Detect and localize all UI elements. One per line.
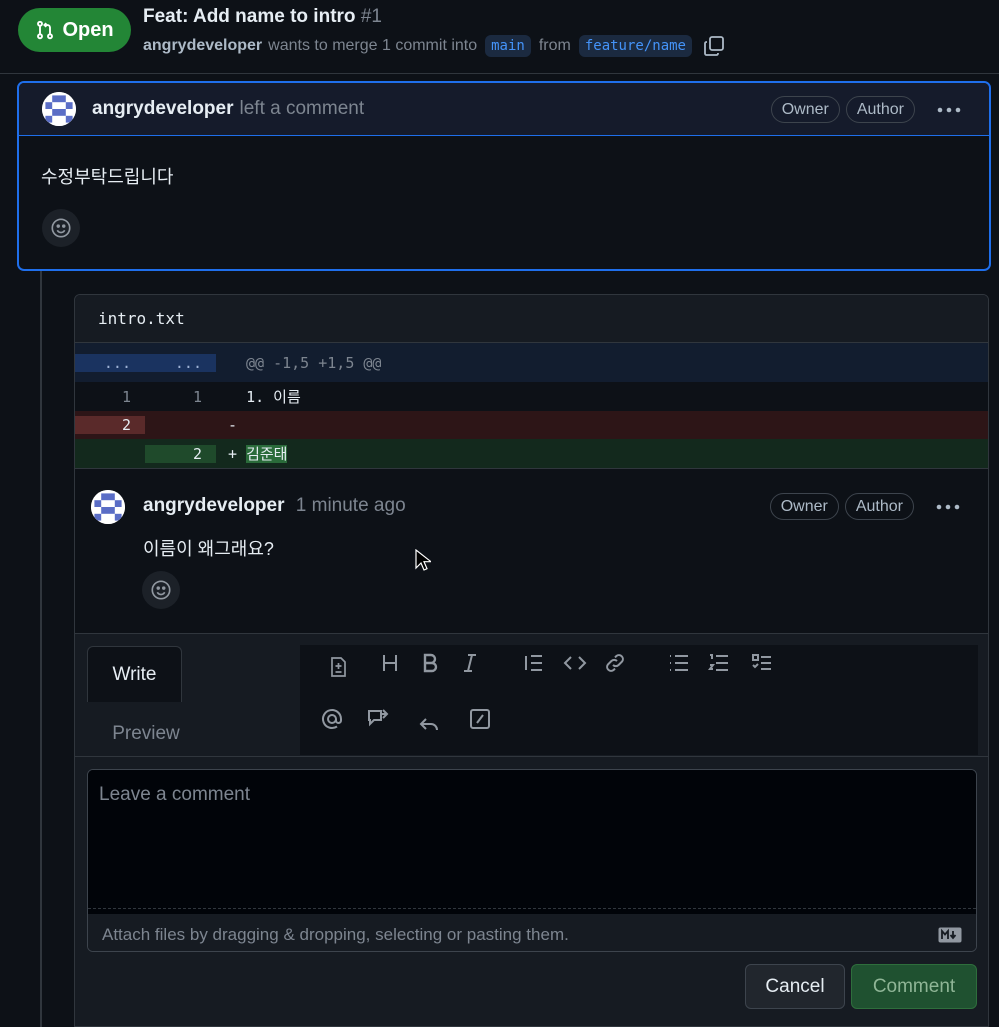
head-branch[interactable]: feature/name <box>578 35 692 57</box>
attach-files-bar[interactable]: Attach files by dragging & dropping, sel… <box>88 914 976 951</box>
saved-reply-icon[interactable] <box>417 711 441 735</box>
diff-row-addition: 2 + 김준태 <box>75 439 988 468</box>
comment-button[interactable]: Comment <box>851 964 977 1009</box>
pr-title[interactable]: Feat: Add name to intro #1 <box>143 6 382 28</box>
comment-textarea[interactable] <box>88 770 976 909</box>
diff-hunk-header: ... ... @@ -1,5 +1,5 @@ <box>75 343 988 382</box>
bulleted-list-icon[interactable] <box>667 651 691 675</box>
line-number-right[interactable]: 2 <box>145 444 216 463</box>
kebab-menu-icon[interactable] <box>935 100 963 120</box>
comment-header: angrydeveloper left a comment Owner Auth… <box>19 83 989 136</box>
line-number-left[interactable]: 1 <box>75 388 145 406</box>
pull-request-page: Open Feat: Add name to intro #1 angrydev… <box>0 0 999 1027</box>
cross-reference-icon[interactable] <box>366 707 390 731</box>
owner-badge: Owner <box>769 493 839 520</box>
diff-row-deletion: 2 - <box>75 411 988 439</box>
bold-icon[interactable] <box>418 651 442 675</box>
comment-action: left a comment <box>239 98 365 119</box>
markdown-toolbar <box>300 645 978 755</box>
attach-files-text: Attach files by dragging & dropping, sel… <box>102 925 569 944</box>
base-branch[interactable]: main <box>485 35 531 57</box>
toolbar-divider <box>75 756 988 757</box>
pr-state-badge: Open <box>18 8 131 52</box>
reply-editor: Write Preview Leave a comment Attach fil… <box>75 633 988 1026</box>
pr-header: Open Feat: Add name to intro #1 angrydev… <box>0 0 999 74</box>
comment-author[interactable]: angrydeveloper <box>92 98 234 120</box>
pr-state-label: Open <box>62 18 114 41</box>
smiley-icon <box>151 580 171 600</box>
identicon-icon <box>91 490 125 524</box>
pr-subtitle: angrydeveloper wants to merge 1 commit i… <box>143 34 726 58</box>
owner-badge: Owner <box>770 96 840 123</box>
code-icon[interactable] <box>563 651 587 675</box>
smiley-icon <box>51 218 71 238</box>
task-list-icon[interactable] <box>750 651 774 675</box>
from-text: from <box>538 37 571 54</box>
review-comment-body: 이름이 왜그래요? <box>143 539 274 559</box>
merge-text: wants to merge 1 commit into <box>268 37 478 54</box>
mention-icon[interactable] <box>320 707 344 731</box>
kebab-menu-icon[interactable] <box>934 497 962 517</box>
diff-code: - <box>216 416 988 434</box>
diff-code: + 김준태 <box>216 443 988 464</box>
pr-author[interactable]: angrydeveloper <box>143 37 262 55</box>
diff-sign: + <box>228 445 238 463</box>
diff-sign <box>228 388 237 406</box>
cancel-button[interactable]: Cancel <box>745 964 845 1009</box>
line-number-left[interactable]: 2 <box>75 416 145 434</box>
review-comment-header: angrydeveloper 1 minute ago <box>143 495 406 517</box>
pr-number: #1 <box>360 6 382 27</box>
diff-code: 1. 이름 <box>216 386 988 407</box>
add-reaction-button[interactable] <box>142 571 180 609</box>
pull-request-icon <box>37 20 54 40</box>
tab-write[interactable]: Write <box>87 646 182 702</box>
comment-box: angrydeveloper left a comment Owner Auth… <box>17 81 991 271</box>
comment-head-actions: Owner Author <box>769 493 962 520</box>
markdown-icon[interactable] <box>938 927 962 943</box>
suggestion-icon[interactable] <box>326 655 350 679</box>
timeline-line <box>40 270 42 1027</box>
diff-text: 김준태 <box>246 445 288 463</box>
identicon-icon <box>42 92 76 126</box>
slash-command-icon[interactable] <box>468 707 492 731</box>
hunk-text: @@ -1,5 +1,5 @@ <box>246 353 382 372</box>
italic-icon[interactable] <box>458 651 482 675</box>
diff-sign: - <box>228 416 238 434</box>
comment-input-wrapper: Attach files by dragging & dropping, sel… <box>87 769 977 952</box>
diff-file-name[interactable]: intro.txt <box>75 295 988 343</box>
copy-icon[interactable] <box>702 34 726 58</box>
avatar[interactable] <box>91 490 125 524</box>
mouse-cursor-icon <box>415 549 431 571</box>
author-badge: Author <box>844 493 914 520</box>
comment-author[interactable]: angrydeveloper <box>143 495 285 516</box>
pr-title-text[interactable]: Feat: Add name to intro <box>143 6 356 27</box>
line-number-right[interactable]: 1 <box>145 388 216 406</box>
add-reaction-button[interactable] <box>42 209 80 247</box>
quote-icon[interactable] <box>522 651 546 675</box>
heading-icon[interactable] <box>378 651 402 675</box>
comment-body: 수정부탁드립니다 <box>41 167 174 187</box>
diff-text: 1. 이름 <box>246 388 301 406</box>
comment-time[interactable]: 1 minute ago <box>296 495 406 516</box>
avatar[interactable] <box>42 92 76 126</box>
review-comment: angrydeveloper 1 minute ago Owner Author… <box>75 468 988 633</box>
comment-head-actions: Owner Author <box>770 96 963 123</box>
review-thread: intro.txt ... ... @@ -1,5 +1,5 @@ 1 1 1.… <box>74 294 989 1027</box>
diff-row-context: 1 1 1. 이름 <box>75 382 988 411</box>
numbered-list-icon[interactable] <box>707 651 731 675</box>
author-badge: Author <box>845 96 915 123</box>
tab-preview[interactable]: Preview <box>87 710 205 758</box>
hunk-right-ellipsis[interactable]: ... <box>145 353 216 372</box>
link-icon[interactable] <box>603 651 627 675</box>
hunk-left-ellipsis[interactable]: ... <box>75 353 145 372</box>
